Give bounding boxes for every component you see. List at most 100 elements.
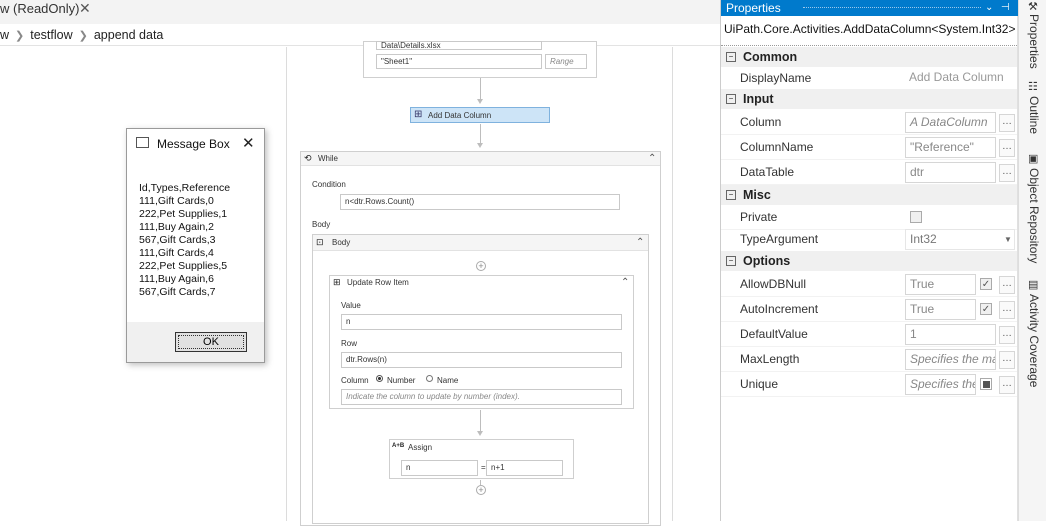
message-line: 567,Gift Cards,3 [139,234,216,246]
ellipsis-button[interactable]: … [999,276,1015,294]
property-row-displayname: DisplayName Add Data Column [721,66,1017,91]
property-name: AllowDBNull [740,277,807,291]
datatable-value-field[interactable]: dtr [905,162,996,183]
close-icon[interactable]: ✕ [79,0,91,16]
private-checkbox[interactable] [910,211,922,223]
collapse-toggle-icon[interactable]: − [726,189,736,200]
category-label: Options [743,254,791,268]
update-row-title: Update Row Item [347,278,409,287]
sequence-icon: ⊡ [316,237,324,247]
property-name: DataTable [740,165,795,179]
autoincrement-value-field[interactable]: True [905,299,976,320]
category-input[interactable]: − Input [721,89,1017,109]
wrench-icon: ⚒ [1028,1,1038,13]
property-name: DefaultValue [740,327,808,341]
side-tab-properties[interactable]: Properties [1027,14,1041,69]
property-name: MaxLength [740,352,800,366]
activity-type-name: UiPath.Core.Activities.AddDataColumn<Sys… [724,22,1016,36]
typeargument-select[interactable]: Int32 [905,229,1015,250]
body-sequence[interactable]: ⊡ Body ⌃ + ⊞ Update Row Item ⌃ Value n R… [312,234,649,524]
ellipsis-button[interactable]: … [999,139,1015,157]
sequence-border-left [286,47,287,521]
document-tab-title[interactable]: w (ReadOnly) [0,0,79,24]
category-common[interactable]: − Common [721,47,1017,67]
column-index-field[interactable]: Indicate the column to update by number … [341,389,622,405]
column-value-field[interactable]: A DataColumn [905,112,996,133]
message-line: 111,Gift Cards,4 [139,247,214,259]
category-misc[interactable]: − Misc [721,185,1017,205]
arrow-down-icon [477,99,483,104]
ellipsis-button[interactable]: … [999,351,1015,369]
collapse-toggle-icon[interactable]: − [726,51,736,62]
designer-canvas[interactable]: Data\Details.xlsx "Sheet1" Range ⊞ Add D… [0,41,720,526]
pin-icon[interactable]: ⊣ [1001,0,1010,16]
collapse-icon[interactable]: ⌃ [621,278,629,288]
assign-activity[interactable]: A+B Assign n = n+1 [389,439,574,479]
condition-field[interactable]: n<dtr.Rows.Count() [340,194,620,210]
activity-title: Add Data Column [428,111,492,120]
add-activity-plus-icon[interactable]: + [476,485,486,495]
close-icon[interactable]: ✕ [242,134,255,152]
ellipsis-button[interactable]: … [999,301,1015,319]
property-name: Column [740,115,782,129]
breadcrumb-item[interactable]: testflow [30,28,72,42]
allowdbnull-value-field[interactable]: True [905,274,976,295]
collapse-toggle-icon[interactable]: − [726,255,736,266]
collapse-toggle-icon[interactable]: − [726,93,736,104]
chevron-down-icon[interactable]: ⌄ [985,0,993,16]
maxlength-value-field[interactable]: Specifies the max [905,349,996,370]
breadcrumb-item[interactable]: append data [94,28,164,42]
category-label: Misc [743,188,771,202]
assign-to-field[interactable]: n [401,460,478,476]
ellipsis-button[interactable]: … [999,164,1015,182]
arrow-down-icon [477,143,483,148]
while-activity[interactable]: ⟲ While ⌃ Condition n<dtr.Rows.Count() B… [300,151,661,526]
workbook-path-field[interactable]: Data\Details.xlsx [376,41,542,50]
message-line: 111,Buy Again,2 [139,221,214,233]
coverage-icon: ▤ [1028,279,1039,291]
ellipsis-button[interactable]: … [999,326,1015,344]
repository-icon: ▣ [1028,153,1039,165]
message-box-title: Message Box [157,137,230,151]
breadcrumb-item[interactable]: w [0,28,9,42]
radio-name[interactable] [426,375,433,382]
checkmark-icon[interactable]: ✓ [980,303,992,315]
add-activity-plus-icon[interactable]: + [476,261,486,271]
properties-panel: Properties ⌄ ⊣ UiPath.Core.Activities.Ad… [720,0,1019,521]
ellipsis-button[interactable]: … [999,114,1015,132]
columnname-value-field[interactable]: "Reference" [905,137,996,158]
indeterminate-checkbox[interactable] [980,378,992,390]
side-tab-outline[interactable]: Outline [1027,96,1041,134]
read-range-activity[interactable]: Data\Details.xlsx "Sheet1" Range [363,41,597,78]
add-data-column-activity[interactable]: ⊞ Add Data Column [410,107,550,123]
range-field[interactable]: Range [545,54,587,69]
defaultvalue-value-field[interactable]: 1 [905,324,996,345]
assign-icon: A+B [392,443,405,449]
checkmark-icon[interactable]: ✓ [980,278,992,290]
condition-label: Condition [312,180,346,189]
message-line: 567,Gift Cards,7 [139,286,216,298]
ok-button[interactable]: OK [175,332,247,352]
property-name: ColumnName [740,140,814,154]
connector-line [480,78,481,100]
value-field[interactable]: n [341,314,622,330]
ellipsis-button[interactable]: … [999,376,1015,394]
properties-header-title: Properties [726,1,781,15]
unique-value-field[interactable]: Specifies the [905,374,976,395]
property-name: AutoIncrement [740,302,819,316]
displayname-value[interactable]: Add Data Column [905,68,1017,89]
category-options[interactable]: − Options [721,251,1017,271]
message-box-dialog[interactable]: Message Box ✕ Id,Types,Reference 111,Gift… [126,128,265,363]
row-field[interactable]: dtr.Rows(n) [341,352,622,368]
collapse-icon[interactable]: ⌃ [648,154,656,164]
side-tab-object-repository[interactable]: Object Repository [1027,168,1041,263]
update-row-item-activity[interactable]: ⊞ Update Row Item ⌃ Value n Row dtr.Rows… [329,275,634,409]
value-label: Value [341,301,361,310]
side-tab-activity-coverage[interactable]: Activity Coverage [1027,294,1041,387]
collapse-icon[interactable]: ⌃ [636,238,644,248]
radio-number[interactable] [376,375,383,382]
dropdown-arrow-icon[interactable]: ▼ [1004,235,1012,244]
sheet-name-field[interactable]: "Sheet1" [376,54,542,69]
table-icon: ⊞ [333,277,341,287]
assign-value-field[interactable]: n+1 [486,460,563,476]
